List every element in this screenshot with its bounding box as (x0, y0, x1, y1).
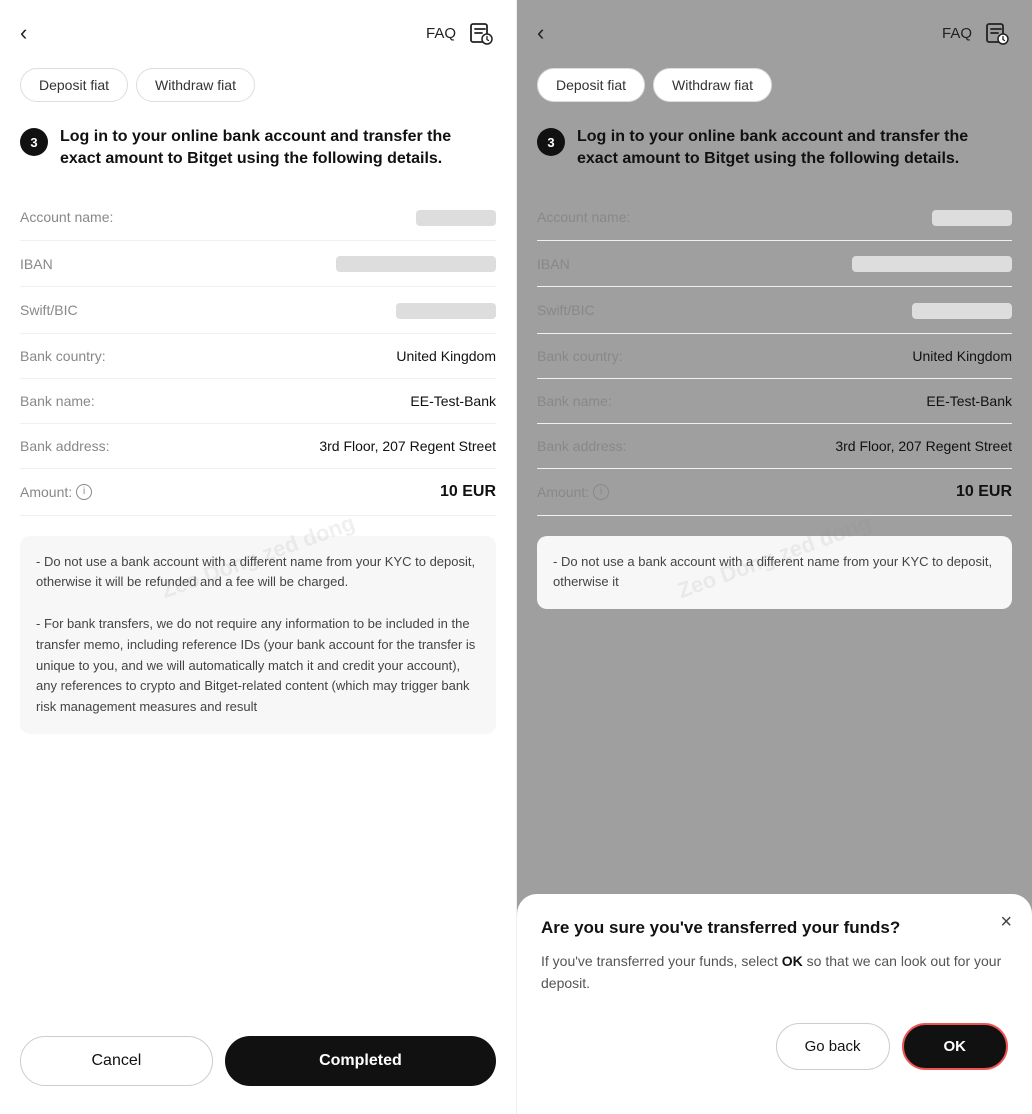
cancel-button[interactable]: Cancel (20, 1036, 213, 1086)
right-bank-row-country: Bank country: United Kingdom (537, 334, 1012, 379)
right-back-button[interactable]: ‹ (537, 22, 544, 44)
left-header-right: FAQ (426, 18, 496, 48)
right-amount-label: Amount: i (537, 484, 609, 500)
account-value (416, 209, 496, 226)
amount-info-icon[interactable]: i (76, 484, 92, 500)
right-tab-deposit[interactable]: Deposit fiat (537, 68, 645, 102)
right-country-label: Bank country: (537, 348, 623, 364)
right-iban-value (852, 255, 1012, 272)
right-swift-label: Swift/BIC (537, 302, 595, 318)
left-tab-deposit[interactable]: Deposit fiat (20, 68, 128, 102)
left-bank-details: Account name: IBAN Swift/BIC Bank countr… (20, 195, 496, 516)
right-main-content: 3 Log in to your online bank account and… (517, 110, 1032, 625)
right-tabs: Deposit fiat Withdraw fiat (517, 60, 1032, 110)
dialog-text: If you've transferred your funds, select… (541, 950, 1008, 995)
left-content: 3 Log in to your online bank account and… (0, 110, 516, 1020)
confirm-dialog: × Are you sure you've transferred your f… (517, 894, 1032, 1114)
account-label: Account name: (20, 209, 113, 225)
left-note-box: - Do not use a bank account with a diffe… (20, 536, 496, 734)
swift-label: Swift/BIC (20, 302, 78, 318)
right-header: ‹ FAQ (517, 0, 1032, 60)
right-bank-address-value: 3rd Floor, 207 Regent Street (835, 438, 1012, 454)
bank-row-amount: Amount: i 10 EUR (20, 469, 496, 516)
go-back-button[interactable]: Go back (776, 1023, 890, 1070)
right-bank-row-account: Account name: (537, 195, 1012, 241)
right-notification-icon[interactable] (982, 18, 1012, 48)
left-notification-icon[interactable] (466, 18, 496, 48)
swift-value (396, 301, 496, 318)
right-bank-address-label: Bank address: (537, 438, 627, 454)
completed-button[interactable]: Completed (225, 1036, 496, 1086)
iban-label: IBAN (20, 256, 53, 272)
right-bank-row-name: Bank name: EE-Test-Bank (537, 379, 1012, 424)
right-content-behind-overlay: ‹ FAQ Deposit fiat Withdraw fiat (517, 0, 1032, 625)
right-bank-row-swift: Swift/BIC (537, 287, 1012, 333)
right-bank-details: Account name: IBAN Swift/BIC Bank countr… (537, 195, 1012, 516)
right-country-value: United Kingdom (912, 348, 1012, 364)
right-account-value (932, 209, 1012, 226)
left-bottom-buttons: Cancel Completed (0, 1020, 516, 1114)
right-account-label: Account name: (537, 209, 630, 225)
right-swift-value (912, 301, 1012, 318)
right-bank-name-value: EE-Test-Bank (926, 393, 1012, 409)
amount-value: 10 EUR (440, 483, 496, 501)
left-back-button[interactable]: ‹ (20, 22, 27, 44)
country-value: United Kingdom (396, 348, 496, 364)
amount-label: Amount: i (20, 484, 92, 500)
right-faq-button[interactable]: FAQ (942, 25, 972, 42)
right-tab-withdraw[interactable]: Withdraw fiat (653, 68, 772, 102)
left-faq-button[interactable]: FAQ (426, 25, 456, 42)
bank-row-country: Bank country: United Kingdom (20, 334, 496, 379)
right-amount-value: 10 EUR (956, 483, 1012, 501)
right-step-header: 3 Log in to your online bank account and… (537, 126, 1012, 171)
left-tabs: Deposit fiat Withdraw fiat (0, 60, 516, 110)
right-amount-info-icon[interactable]: i (593, 484, 609, 500)
left-note-text-2: - For bank transfers, we do not require … (36, 614, 480, 718)
bank-row-swift: Swift/BIC (20, 287, 496, 333)
left-header: ‹ FAQ (0, 0, 516, 60)
left-step-header: 3 Log in to your online bank account and… (20, 126, 496, 171)
left-tab-withdraw[interactable]: Withdraw fiat (136, 68, 255, 102)
bank-name-label: Bank name: (20, 393, 95, 409)
bank-name-value: EE-Test-Bank (410, 393, 496, 409)
right-bank-row-iban: IBAN (537, 241, 1012, 287)
bank-row-iban: IBAN (20, 241, 496, 287)
left-step-title: Log in to your online bank account and t… (60, 126, 496, 171)
right-bank-name-label: Bank name: (537, 393, 612, 409)
right-panel: Zeo Dong zed dong ‹ FAQ Deposit fi (516, 0, 1032, 1114)
ok-button[interactable]: OK (902, 1023, 1009, 1070)
iban-value (336, 255, 496, 272)
right-bank-row-amount: Amount: i 10 EUR (537, 469, 1012, 516)
bank-address-value: 3rd Floor, 207 Regent Street (319, 438, 496, 454)
right-iban-label: IBAN (537, 256, 570, 272)
bank-address-label: Bank address: (20, 438, 110, 454)
bank-row-account: Account name: (20, 195, 496, 241)
dialog-close-button[interactable]: × (1000, 912, 1012, 932)
right-step-number: 3 (537, 128, 565, 156)
left-note-text: - Do not use a bank account with a diffe… (36, 552, 480, 594)
bank-row-address: Bank address: 3rd Floor, 207 Regent Stre… (20, 424, 496, 469)
right-step-title: Log in to your online bank account and t… (577, 126, 1012, 171)
dialog-title: Are you sure you've transferred your fun… (541, 918, 978, 938)
dialog-bold-ok: OK (782, 953, 803, 969)
right-note-text: - Do not use a bank account with a diffe… (553, 552, 996, 594)
dialog-buttons: Go back OK (541, 1023, 1008, 1070)
left-step-number: 3 (20, 128, 48, 156)
left-panel: Zeo Dong zed dong ‹ FAQ Deposit fiat Wit… (0, 0, 516, 1114)
right-note-box: - Do not use a bank account with a diffe… (537, 536, 1012, 610)
bank-row-name: Bank name: EE-Test-Bank (20, 379, 496, 424)
country-label: Bank country: (20, 348, 106, 364)
right-bank-row-address: Bank address: 3rd Floor, 207 Regent Stre… (537, 424, 1012, 469)
right-header-right: FAQ (942, 18, 1012, 48)
